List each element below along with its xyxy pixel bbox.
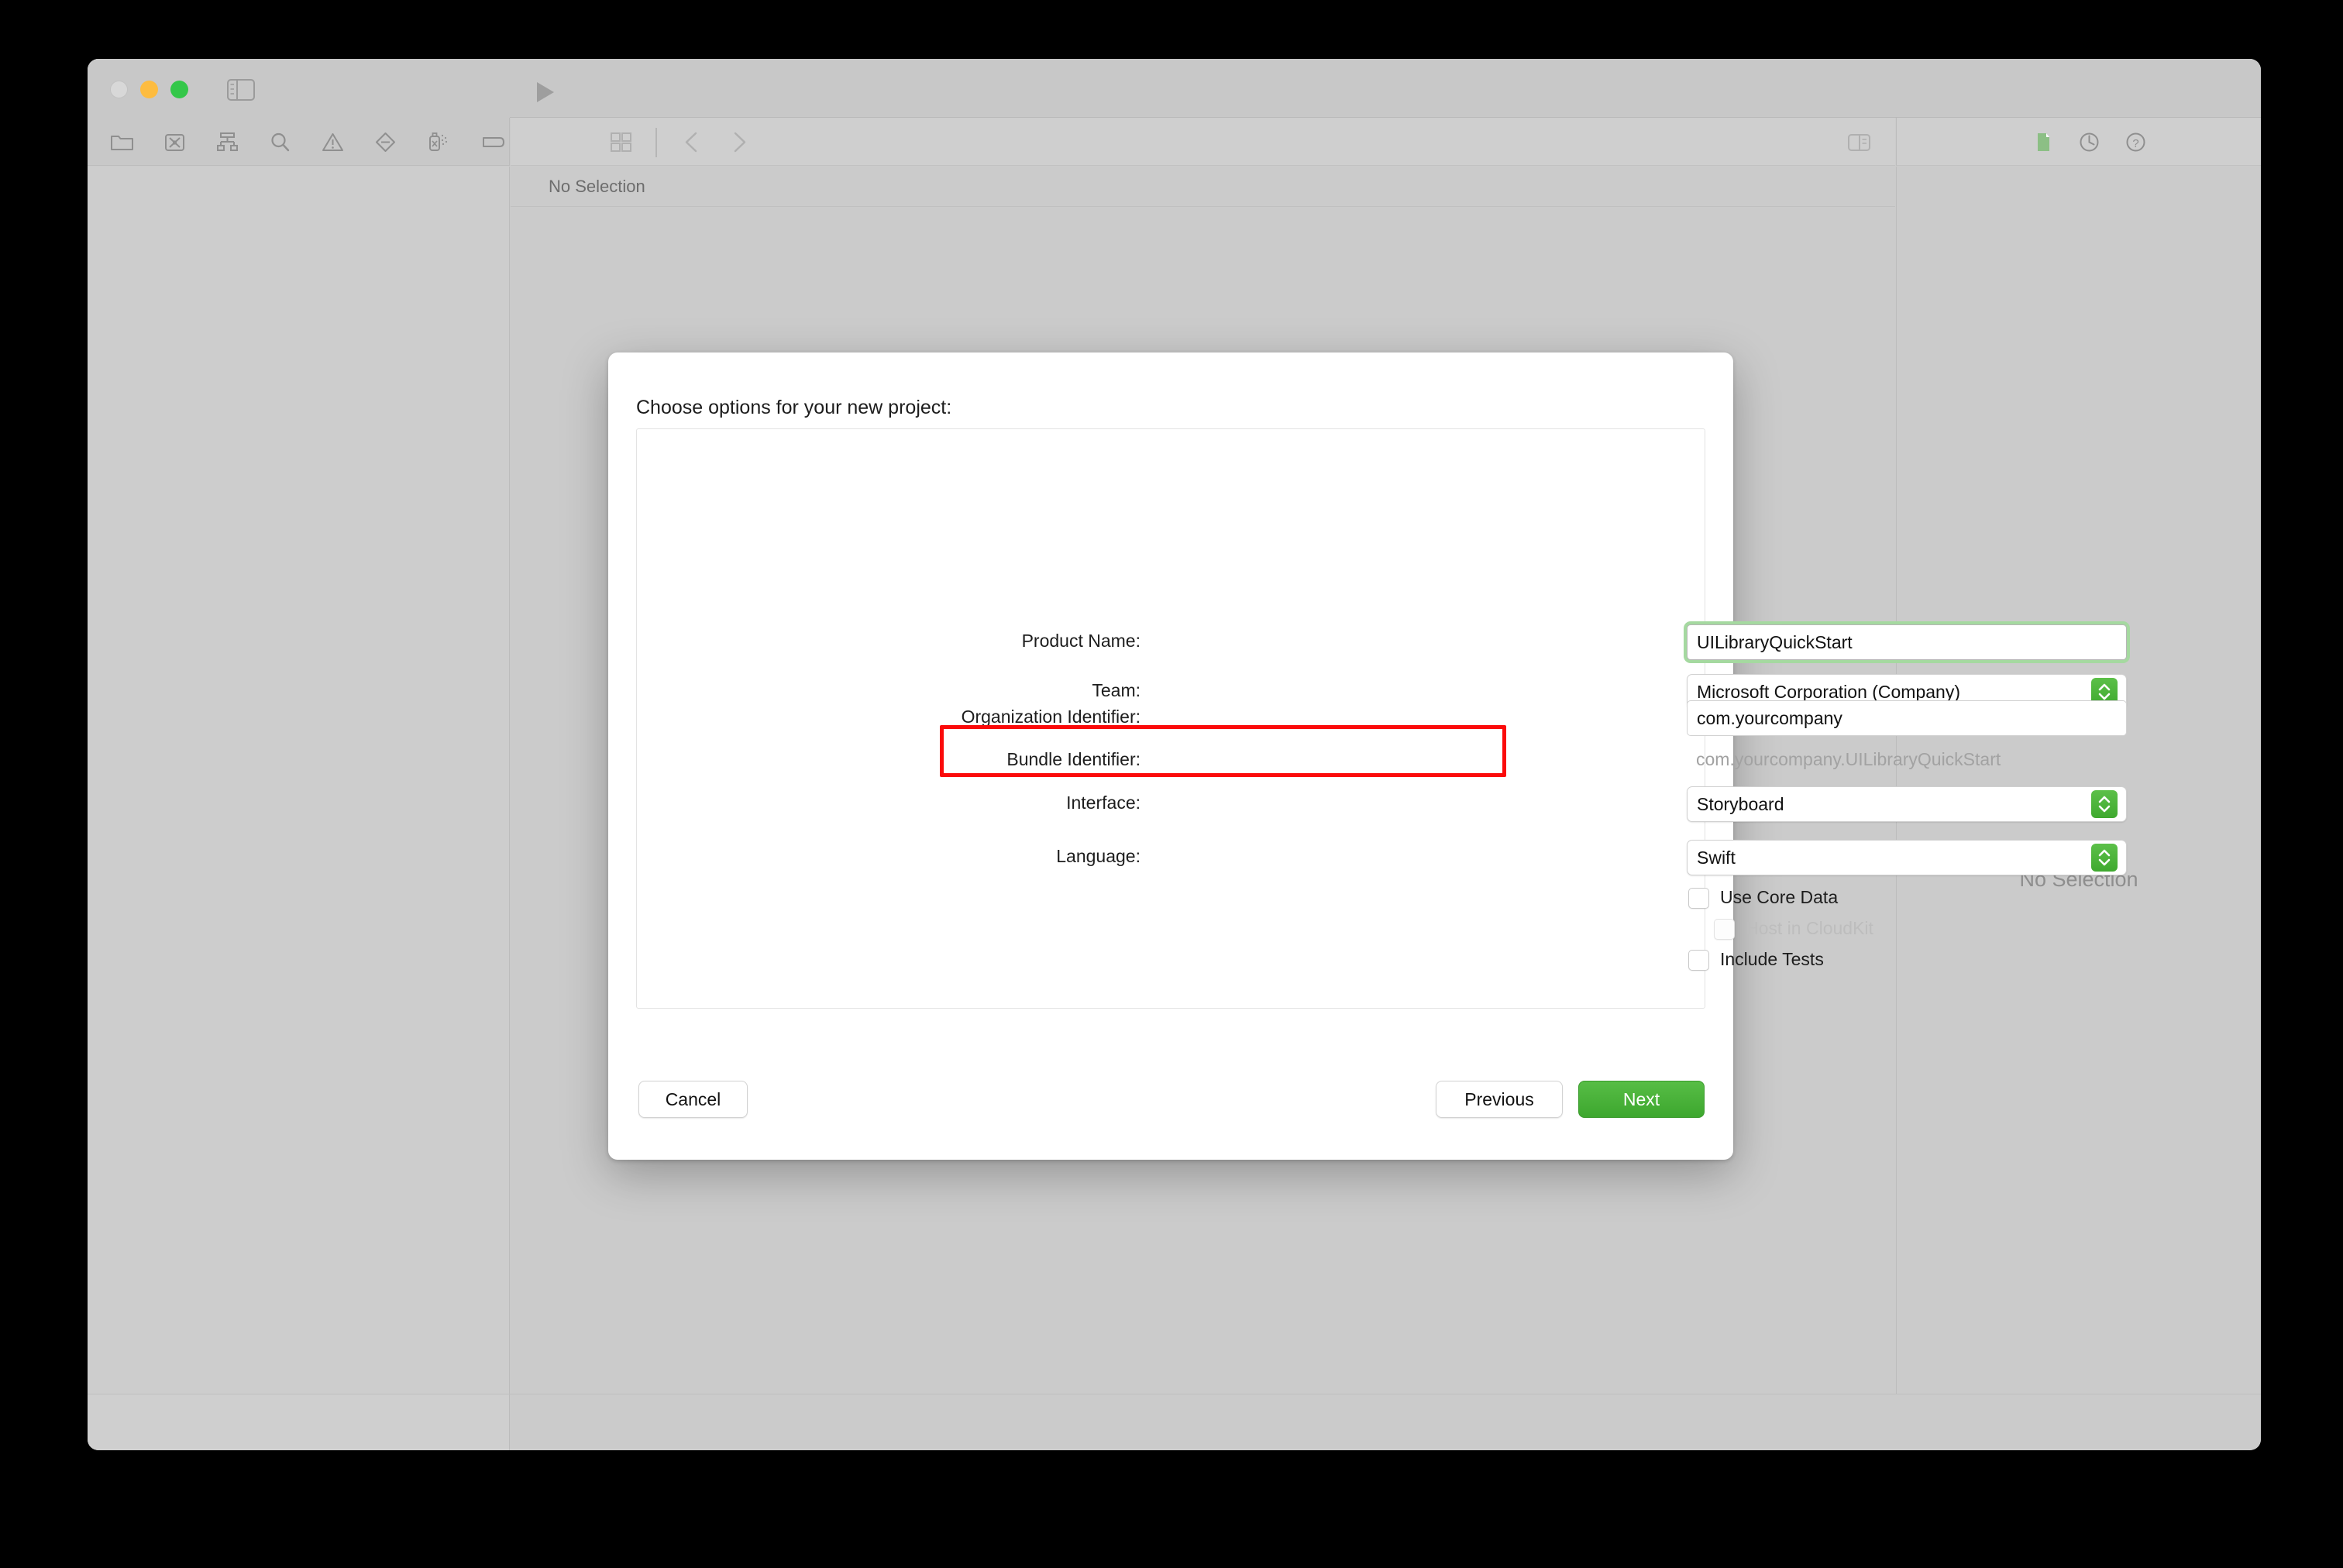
form-row-interface: Interface: Storyboard: [637, 786, 2127, 822]
language-label: Language:: [1056, 846, 1141, 866]
symbol-hierarchy-icon[interactable]: [215, 129, 240, 155]
inspector-toolbar: ?: [1896, 118, 2261, 166]
toolbar-divider: [655, 128, 658, 157]
search-icon[interactable]: [267, 129, 293, 155]
help-inspector-icon[interactable]: ?: [2123, 129, 2149, 155]
interface-popup-button[interactable]: Storyboard: [1687, 786, 2127, 822]
host-in-cloudkit-checkbox: [1714, 919, 1735, 940]
next-button[interactable]: Next: [1578, 1081, 1705, 1118]
editor-header: No Selection: [511, 167, 1895, 207]
forward-chevron-icon[interactable]: [726, 129, 752, 155]
use-core-data-label: Use Core Data: [1720, 887, 1839, 907]
history-inspector-icon[interactable]: [2076, 129, 2102, 155]
file-inspector-icon[interactable]: [2030, 129, 2056, 155]
navigator-filter-bar: [88, 1394, 510, 1450]
svg-text:?: ?: [2132, 137, 2138, 150]
cancel-button[interactable]: Cancel: [638, 1081, 748, 1118]
previous-button[interactable]: Previous: [1436, 1081, 1563, 1118]
bookmark-tag-icon[interactable]: [478, 129, 509, 155]
warning-icon[interactable]: [320, 129, 346, 155]
product-name-label: Product Name:: [1021, 631, 1141, 651]
editor-no-selection-label: No Selection: [549, 177, 645, 196]
organization-identifier-input[interactable]: com.yourcompany: [1687, 700, 2127, 736]
back-chevron-icon[interactable]: [680, 129, 705, 155]
interface-label: Interface:: [1066, 793, 1141, 813]
editor-layout-icon[interactable]: [608, 129, 634, 155]
source-control-icon[interactable]: [162, 129, 188, 155]
product-name-input[interactable]: UILibraryQuickStart: [1687, 624, 2127, 660]
navigator-pane[interactable]: [88, 167, 510, 1394]
close-window-button[interactable]: [110, 81, 128, 98]
issue-icon[interactable]: [373, 129, 398, 155]
minimize-window-button[interactable]: [140, 81, 158, 98]
bundle-identifier-value: com.yourcompany.UILibraryQuickStart: [1696, 749, 2001, 769]
maximize-window-button[interactable]: [170, 81, 188, 98]
window-titlebar: +: [88, 59, 2261, 160]
navigator-toolbar: [88, 118, 552, 166]
form-row-language: Language: Swift: [637, 840, 2127, 875]
interface-chevron-icon[interactable]: [2091, 790, 2118, 818]
editor-toolbar: [511, 118, 1895, 166]
sidebar-toggle-icon[interactable]: [227, 79, 255, 101]
include-tests-label: Include Tests: [1720, 949, 1824, 969]
test-icon[interactable]: [425, 129, 451, 155]
inspector-pane: No Selection: [1896, 167, 2261, 1394]
editor-split-icon[interactable]: [1846, 129, 1872, 155]
organization-identifier-label: Organization Identifier:: [961, 707, 1141, 727]
status-bar: [88, 1394, 2261, 1450]
sheet-title: Choose options for your new project:: [636, 397, 952, 418]
sheet-content-area: Product Name: UILibraryQuickStart Team: …: [636, 428, 2127, 1009]
toolbar-row: ?: [88, 118, 2261, 166]
include-tests-checkbox[interactable]: [1688, 950, 1709, 971]
bundle-identifier-label: Bundle Identifier:: [1006, 749, 1141, 769]
team-label: Team:: [1092, 680, 1141, 700]
use-core-data-checkbox[interactable]: [1688, 888, 1709, 909]
form-row-bundle-identifier: Bundle Identifier: com.yourcompany.UILib…: [637, 743, 2001, 779]
language-chevron-icon[interactable]: [2091, 844, 2118, 872]
host-in-cloudkit-label: Host in CloudKit: [1746, 918, 1873, 938]
folder-icon[interactable]: [109, 129, 135, 155]
new-project-options-sheet: Choose options for your new project: Pro…: [608, 352, 2127, 1160]
form-row-organization-identifier: Organization Identifier: com.yourcompany: [637, 700, 2127, 736]
language-popup-button[interactable]: Swift: [1687, 840, 2127, 875]
form-row-team: Team: Microsoft Corporation (Company): [637, 649, 2127, 710]
run-button-icon[interactable]: [537, 82, 554, 102]
